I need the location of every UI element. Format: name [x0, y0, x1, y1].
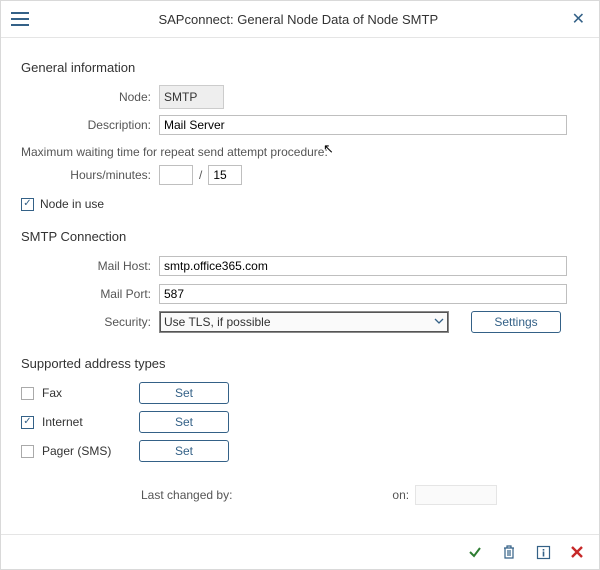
security-dropdown[interactable]: Use TLS, if possible [159, 311, 449, 333]
window-title: SAPconnect: General Node Data of Node SM… [29, 12, 568, 27]
trash-icon[interactable] [501, 544, 517, 560]
node-value: SMTP [159, 85, 224, 109]
node-in-use-label: Node in use [40, 197, 104, 211]
minutes-input[interactable] [208, 165, 242, 185]
section-general: General information [21, 60, 579, 75]
pager-label: Pager (SMS) [42, 444, 111, 458]
node-in-use-checkbox[interactable] [21, 198, 34, 211]
fax-set-button[interactable]: Set [139, 382, 229, 404]
settings-button[interactable]: Settings [471, 311, 561, 333]
cancel-icon[interactable] [569, 544, 585, 560]
on-label: on: [392, 488, 409, 502]
last-changed-by-label: Last changed by: [141, 488, 232, 502]
fax-label: Fax [42, 386, 62, 400]
pager-set-button[interactable]: Set [139, 440, 229, 462]
mail-host-input[interactable] [159, 256, 567, 276]
time-separator: / [199, 168, 202, 182]
section-address-types: Supported address types [21, 356, 579, 371]
hours-minutes-label: Hours/minutes: [21, 168, 159, 182]
mail-port-label: Mail Port: [21, 287, 159, 301]
mail-port-input[interactable] [159, 284, 567, 304]
on-value-field [415, 485, 497, 505]
internet-set-button[interactable]: Set [139, 411, 229, 433]
menu-button[interactable] [11, 12, 29, 26]
node-label: Node: [21, 90, 159, 104]
mail-host-label: Mail Host: [21, 259, 159, 273]
description-label: Description: [21, 118, 159, 132]
chevron-down-icon [434, 315, 444, 329]
security-label: Security: [21, 315, 159, 329]
pager-checkbox[interactable] [21, 445, 34, 458]
info-icon[interactable] [535, 544, 551, 560]
section-smtp: SMTP Connection [21, 229, 579, 244]
internet-label: Internet [42, 415, 83, 429]
description-input[interactable] [159, 115, 567, 135]
close-button[interactable]: ✕ [568, 9, 589, 29]
internet-checkbox[interactable] [21, 416, 34, 429]
fax-checkbox[interactable] [21, 387, 34, 400]
wait-text: Maximum waiting time for repeat send att… [21, 145, 579, 159]
hours-input[interactable] [159, 165, 193, 185]
accept-icon[interactable] [467, 544, 483, 560]
security-value: Use TLS, if possible [164, 315, 271, 329]
